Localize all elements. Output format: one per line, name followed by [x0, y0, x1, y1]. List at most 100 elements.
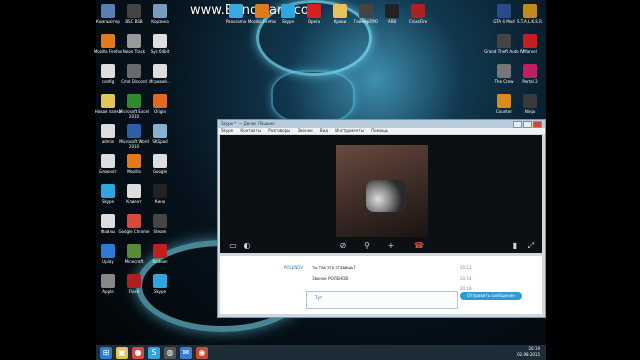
app-icon — [359, 4, 373, 18]
signal-icon: ▮ — [512, 241, 518, 250]
app-icon — [523, 4, 537, 18]
icon-label: Marvel — [523, 49, 537, 54]
app-icon — [497, 94, 511, 108]
taskbar-skype-icon[interactable]: S — [148, 346, 160, 359]
desktop-icon[interactable]: Radeon — [140, 244, 180, 264]
close-button[interactable] — [533, 121, 542, 128]
taskbar-explorer-icon[interactable]: ▣ — [116, 346, 128, 359]
desktop-icon[interactable]: Корзина — [140, 4, 180, 24]
desktop-icon[interactable]: S.T.A.L.K.E.R. — [510, 4, 550, 24]
app-icon — [497, 64, 511, 78]
icon-label: Google — [152, 169, 168, 174]
app-icon — [153, 64, 167, 78]
desktop-icon[interactable]: Ninja — [510, 94, 550, 114]
menu-skype[interactable]: Skype — [221, 128, 233, 133]
taskbar-items: ⊞ ▣ ● S ◍ ✉ ◉ — [96, 346, 208, 359]
app-icon — [101, 244, 115, 258]
app-icon — [153, 274, 167, 288]
microphone-icon[interactable]: ⚲ — [362, 241, 372, 251]
icon-label: SKSpad — [152, 139, 168, 144]
desktop-icon[interactable]: Google — [140, 154, 180, 174]
clock-date: 02.08.2015 — [517, 352, 540, 357]
app-icon — [281, 4, 295, 18]
app-icon — [101, 274, 115, 288]
taskbar-clock[interactable]: 20:19 02.08.2015 — [517, 346, 540, 358]
hangup-icon[interactable]: ☎ — [414, 241, 424, 251]
menu-contacts[interactable]: Контакты — [240, 128, 261, 133]
app-icon — [497, 4, 511, 18]
app-icon — [153, 214, 167, 228]
message-input[interactable]: Тут — [306, 291, 458, 309]
desktop-icon[interactable]: Steam — [140, 214, 180, 234]
video-off-icon[interactable]: ⊘ — [338, 241, 348, 251]
menu-tools[interactable]: Инструменты — [335, 128, 364, 133]
app-icon — [523, 64, 537, 78]
desktop-icon[interactable]: Sys 64bit — [140, 34, 180, 54]
icon-label: Origin — [153, 109, 167, 114]
menu-conversations[interactable]: Разговоры — [268, 128, 290, 133]
desktop-icon[interactable]: Игровой… — [140, 64, 180, 84]
app-icon — [153, 94, 167, 108]
app-icon — [127, 244, 141, 258]
app-icon — [127, 64, 141, 78]
send-message-button[interactable]: Отправить сообщение — [460, 292, 522, 300]
taskbar-chrome-icon[interactable]: ● — [132, 346, 144, 359]
motocross-image — [366, 180, 406, 212]
icon-label: Radeon — [152, 259, 168, 264]
icon-label: Корзина — [151, 19, 169, 24]
skype-title: Skype™ — Денис Лёшкин — [221, 121, 275, 126]
skype-window[interactable]: Skype™ — Денис Лёшкин Skype Контакты Раз… — [217, 119, 546, 318]
desktop-icon[interactable]: SKSpad — [140, 124, 180, 144]
icon-label: Portal 2 — [522, 79, 538, 84]
desktop-icon[interactable]: Skype — [140, 274, 180, 294]
app-icon — [101, 34, 115, 48]
app-icon — [153, 4, 167, 18]
input-text: Тут — [315, 295, 323, 300]
msg-time: 20:12 — [460, 265, 472, 270]
taskbar: ⊞ ▣ ● S ◍ ✉ ◉ 20:19 02.08.2015 — [96, 345, 546, 360]
call-time-2: 20:18 — [460, 286, 472, 291]
app-icon — [127, 4, 141, 18]
taskbar-bandicam-icon[interactable]: ◉ — [196, 346, 208, 359]
msg-text: ты так это ставишь? — [312, 265, 356, 270]
video-feed — [336, 145, 428, 237]
app-icon — [127, 184, 141, 198]
app-icon — [255, 4, 269, 18]
skype-titlebar[interactable]: Skype™ — Денис Лёшкин — [218, 120, 545, 128]
app-icon — [127, 274, 141, 288]
icon-label: Игровой… — [149, 79, 171, 84]
chat-panel: POLENOV ты так это ставишь? 20:12 Звонок… — [220, 256, 542, 314]
desktop-icon[interactable]: Portal 2 — [510, 64, 550, 84]
icon-label: Sys 64bit — [150, 49, 170, 54]
minimize-button[interactable] — [513, 121, 522, 128]
desktop-icon[interactable]: Кино — [140, 184, 180, 204]
app-icon — [127, 34, 141, 48]
app-icon — [153, 34, 167, 48]
app-icon — [101, 124, 115, 138]
desktop-icon[interactable]: Marvel — [510, 34, 550, 54]
call-controls: ▭ ◐ ⊘ ⚲ + ☎ ▮ ⤢ — [220, 239, 542, 253]
skype-call-icon[interactable]: ◐ — [242, 241, 252, 251]
app-icon — [101, 214, 115, 228]
app-icon — [127, 154, 141, 168]
app-icon — [101, 154, 115, 168]
fullscreen-icon[interactable]: ⤢ — [526, 241, 536, 251]
icon-label: S.T.A.L.K.E.R. — [516, 19, 544, 24]
maximize-button[interactable] — [523, 121, 532, 128]
taskbar-steam-icon[interactable]: ◍ — [164, 346, 176, 359]
taskbar-mail-icon[interactable]: ✉ — [180, 346, 192, 359]
app-icon — [127, 94, 141, 108]
add-icon[interactable]: + — [386, 241, 396, 251]
taskbar-start-icon[interactable]: ⊞ — [100, 346, 112, 359]
menu-help[interactable]: Помощь — [371, 128, 388, 133]
app-icon — [411, 4, 425, 18]
menu-view[interactable]: Вид — [320, 128, 328, 133]
desktop-icon[interactable]: Origin — [140, 94, 180, 114]
app-icon — [523, 34, 537, 48]
screen-icon[interactable]: ▭ — [228, 241, 238, 251]
app-icon — [127, 214, 141, 228]
desktop-icon[interactable]: CrossFire — [398, 4, 438, 24]
app-icon — [523, 94, 537, 108]
menu-calls[interactable]: Звонки — [298, 128, 313, 133]
app-icon — [333, 4, 347, 18]
